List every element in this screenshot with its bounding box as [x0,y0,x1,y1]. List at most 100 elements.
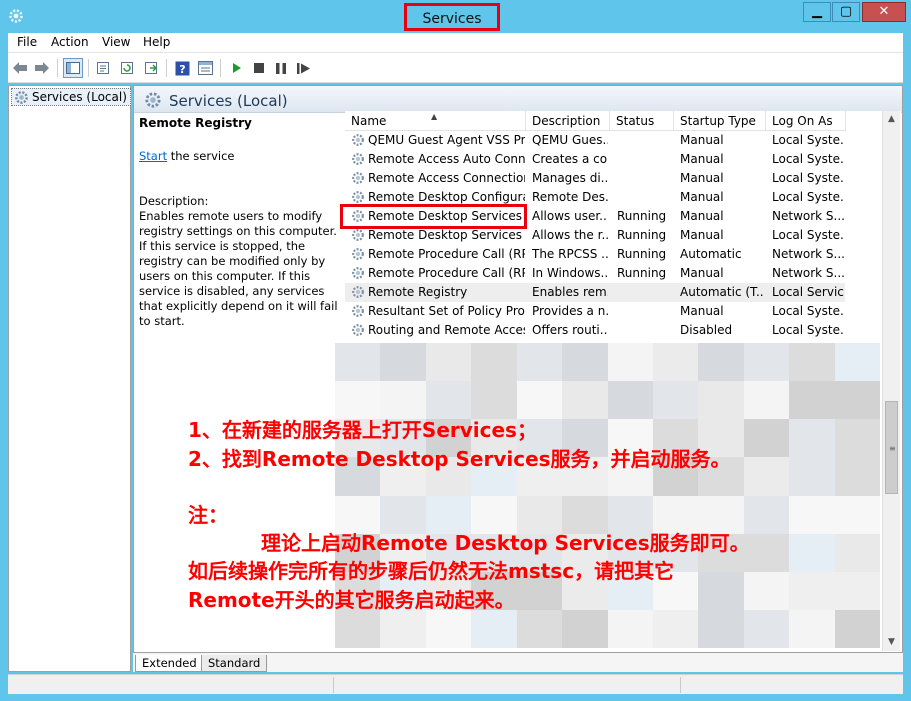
description-label: Description: [139,194,209,208]
service-row[interactable]: Remote Access Connection... Manages di...… [345,169,845,188]
service-startup-cell: Manual [680,209,724,223]
service-row[interactable]: Remote Registry Enables rem... Automatic (… [345,283,845,302]
restart-service-icon[interactable] [294,58,314,78]
pause-service-icon[interactable] [271,58,291,78]
service-name-cell: Remote Access Auto Conne... [368,152,525,166]
service-row[interactable]: Remote Procedure Call (RPC) The RPCSS ...… [345,245,845,264]
menu-help[interactable]: Help [143,35,170,49]
back-icon[interactable] [10,58,30,78]
stop-service-icon[interactable] [249,58,269,78]
service-startup-cell: Disabled [680,323,733,337]
menu-view[interactable]: View [102,35,130,49]
service-logon-cell: Local Syste... [772,133,844,147]
mosaic-tile [789,533,835,572]
tree-item-label: Services (Local) [32,90,127,104]
service-name-cell: Remote Desktop Services U... [368,228,525,242]
instruction-line-2: 2、找到Remote Desktop Services服务，并启动服务。 [188,447,731,471]
service-row[interactable]: Remote Access Auto Conne... Creates a co.… [345,150,845,169]
mosaic-tile [425,343,472,382]
mosaic-tile [789,609,835,648]
service-detail-panel: Remote Registry Start the service Descri… [139,116,339,329]
export-list-icon[interactable] [141,58,161,78]
service-description-cell: Provides a n... [532,304,608,318]
menu-file[interactable]: File [17,35,37,49]
svg-text:?: ? [179,63,185,76]
mosaic-tile [380,343,426,382]
mosaic-tile [789,381,835,420]
column-header-description[interactable]: Description [526,111,610,131]
mosaic-tile [834,609,880,648]
mosaic-tile [743,381,790,420]
service-gear-icon [352,229,364,241]
service-logon-cell: Local Syste... [772,323,844,337]
mosaic-tile [834,419,880,458]
mosaic-tile [652,343,699,382]
properties-icon[interactable] [93,58,113,78]
service-row[interactable]: QEMU Guest Agent VSS Pro... QEMU Gues... M… [345,131,845,150]
maximize-button[interactable]: ▢ [832,2,860,22]
service-description-cell: In Windows... [532,266,608,280]
start-service-link[interactable]: Start [139,149,167,163]
scroll-up-icon[interactable]: ▲ [883,111,900,128]
mosaic-tile [743,609,790,648]
column-header-name[interactable]: Name ▲ [345,111,526,131]
service-startup-cell: Manual [680,152,724,166]
column-header-log-on-as[interactable]: Log On As [766,111,846,131]
mosaic-tile [471,343,517,382]
help-icon[interactable]: ? [172,58,192,78]
service-description-cell: Allows the r... [532,228,608,242]
mosaic-tile [789,419,835,458]
menu-action[interactable]: Action [51,35,89,49]
service-description-cell: QEMU Gues... [532,133,608,147]
tab-extended[interactable]: Extended [135,655,204,672]
console-view-icon[interactable] [195,58,215,78]
column-header-startup-type[interactable]: Startup Type [674,111,766,131]
service-name-cell: Remote Access Connection... [368,171,525,185]
start-service-line: Start the service [139,149,339,164]
service-startup-cell: Manual [680,304,724,318]
scroll-down-icon[interactable]: ▼ [883,634,900,651]
scrollbar-thumb[interactable]: ≡ [885,401,898,494]
service-startup-cell: Manual [680,171,724,185]
service-gear-icon [352,267,364,279]
description-text: Enables remote users to modify registry … [139,209,338,328]
mosaic-tile [607,609,653,648]
window-title: Services [404,3,500,31]
service-gear-icon [352,191,364,203]
console-tree: Services (Local) [8,85,131,672]
service-row[interactable]: Remote Procedure Call (RP... In Windows..… [345,264,845,283]
service-startup-cell: Manual [680,190,724,204]
mosaic-tile [562,609,608,648]
service-name-cell: Routing and Remote Access [368,323,525,337]
column-header-label: Name [351,114,387,128]
vertical-scrollbar[interactable]: ▲ ≡ ▼ [882,111,900,651]
start-service-suffix: the service [167,149,235,163]
service-name-cell: Resultant Set of Policy Provi... [368,304,525,318]
start-service-icon[interactable] [227,58,247,78]
refresh-icon[interactable] [117,58,137,78]
service-description-cell: Allows user... [532,209,608,223]
mosaic-tile [425,609,472,648]
service-row[interactable]: Resultant Set of Policy Provi... Provides… [345,302,845,321]
minimize-button[interactable]: ▁ [803,2,831,22]
column-header-status[interactable]: Status [610,111,674,131]
service-startup-cell: Manual [680,266,724,280]
toolbar-separator [220,59,221,77]
service-description-cell: Enables rem... [532,285,608,299]
gear-icon [15,91,28,104]
show-hide-tree-icon[interactable] [63,58,83,78]
mosaic-tile [562,343,608,382]
mosaic-tile [607,381,653,420]
tree-item-services-local[interactable]: Services (Local) [11,88,131,106]
forward-icon[interactable] [32,58,52,78]
mosaic-tile [380,609,426,648]
instruction-line-1: 1、在新建的服务器上打开Services； [188,418,537,442]
close-button[interactable]: ✕ [862,2,906,22]
mosaic-tile [834,381,880,420]
tab-standard[interactable]: Standard [201,655,268,672]
note-line-3: Remote开头的其它服务启动起来。 [188,588,515,612]
service-logon-cell: Network S... [772,247,844,261]
service-row[interactable]: Routing and Remote Access Offers routi...… [345,321,845,340]
mosaic-tile [834,571,880,610]
main-header: Services (Local) [134,86,902,113]
